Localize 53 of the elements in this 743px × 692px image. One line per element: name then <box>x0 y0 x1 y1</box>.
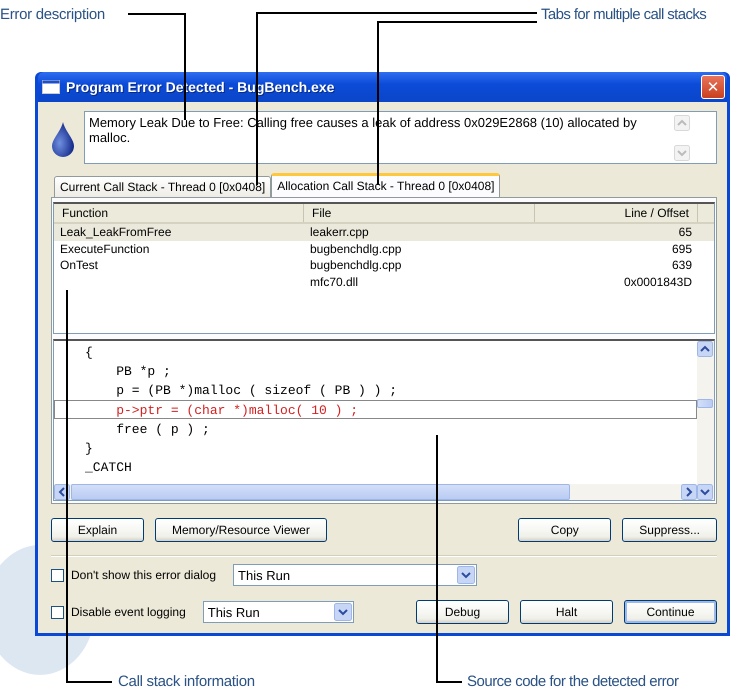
tab[interactable]: Current Call Stack - Thread 0 [0x0408] <box>54 176 272 197</box>
call-stack-row[interactable]: OnTest bugbenchdlg.cpp 639 <box>54 257 714 274</box>
checkbox[interactable] <box>51 606 64 618</box>
function-cell: OnTest <box>60 258 98 272</box>
callout-label: Source code for the detected error <box>467 673 678 691</box>
action-button[interactable]: Memory/Resource Viewer <box>155 518 327 542</box>
code-line: { <box>84 344 94 362</box>
line-offset-cell: 639 <box>672 258 692 272</box>
column-header[interactable]: Line / Offset <box>535 204 698 222</box>
scroll-right-icon[interactable] <box>681 484 697 500</box>
line-offset-cell: 0x0001843D <box>624 274 692 288</box>
code-line: PB *p ; <box>115 363 172 380</box>
file-cell: mfc70.dll <box>310 274 358 288</box>
checkbox-label[interactable]: Disable event logging <box>71 605 186 619</box>
callout-label: Call stack information <box>118 673 255 691</box>
dialog-button[interactable]: Debug <box>416 600 509 624</box>
drop-icon <box>51 121 75 157</box>
scroll-up-icon[interactable] <box>697 341 713 357</box>
function-cell: Leak_LeakFromFree <box>60 225 172 239</box>
call-stack-row[interactable]: Leak_LeakFromFree leakerr.cpp 65 <box>54 224 714 240</box>
action-button[interactable]: Explain <box>51 518 144 542</box>
call-stack-row[interactable]: ExecuteFunction bugbenchdlg.cpp 695 <box>54 240 714 257</box>
dropdown[interactable]: This Run <box>202 601 354 623</box>
action-button[interactable]: Copy <box>518 518 612 542</box>
vertical-scrollbar[interactable] <box>697 341 714 500</box>
scroll-thumb[interactable] <box>71 484 570 500</box>
callout-label: Tabs for multiple call stacks <box>541 6 706 24</box>
file-cell: bugbenchdlg.cpp <box>310 242 402 256</box>
horizontal-scrollbar[interactable] <box>54 484 697 500</box>
checkbox-label[interactable]: Don't show this error dialog <box>71 568 216 582</box>
dialog-button[interactable]: Halt <box>520 600 613 624</box>
scroll-thumb[interactable] <box>697 399 713 408</box>
function-cell: ExecuteFunction <box>60 242 150 256</box>
column-header[interactable]: Function <box>54 204 304 222</box>
scroll-down-icon[interactable] <box>697 484 713 500</box>
code-line: _CATCH <box>84 459 133 476</box>
close-button[interactable]: ✕ <box>701 75 725 99</box>
window-icon <box>42 80 60 94</box>
code-line: free ( p ) ; <box>115 420 211 438</box>
file-cell: bugbenchdlg.cpp <box>310 258 402 272</box>
dropdown[interactable]: This Run <box>233 564 478 586</box>
call-stack-row[interactable]: mfc70.dll 0x0001843D <box>54 274 714 290</box>
code-line: } <box>84 440 94 458</box>
column-header[interactable]: File <box>304 204 535 222</box>
line-offset-cell: 65 <box>678 225 692 239</box>
action-button[interactable]: Suppress... <box>622 518 717 542</box>
code-line: p = (PB *)malloc ( sizeof ( PB ) ) ; <box>115 382 398 400</box>
callout-label: Error description <box>0 6 105 24</box>
tab[interactable]: Allocation Call Stack - Thread 0 [0x0408] <box>271 173 500 197</box>
dialog-button[interactable]: Continue <box>624 600 717 624</box>
line-offset-cell: 695 <box>672 242 692 256</box>
checkbox[interactable] <box>51 568 64 582</box>
file-cell: leakerr.cpp <box>310 225 369 239</box>
